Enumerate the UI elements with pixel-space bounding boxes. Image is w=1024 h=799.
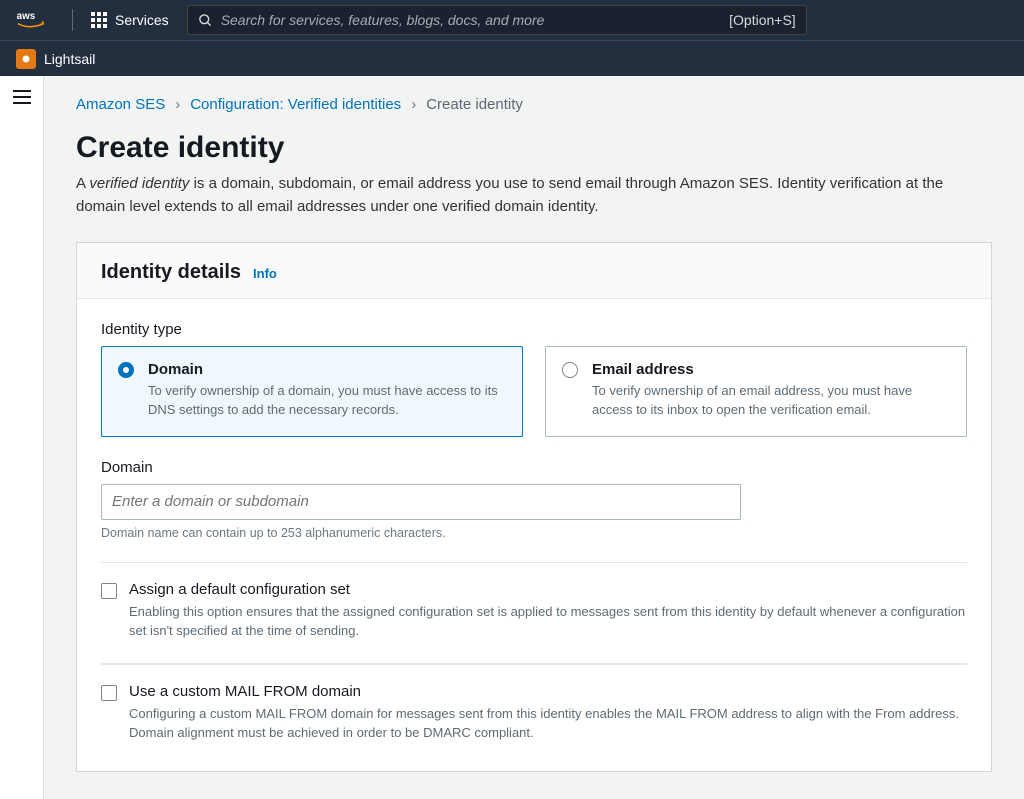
services-label: Services [115, 12, 169, 28]
page-title: Create identity [76, 131, 992, 165]
assign-config-set-title: Assign a default configuration set [129, 581, 967, 598]
search-shortcut-hint: [Option+S] [729, 12, 796, 28]
domain-input[interactable] [101, 484, 741, 520]
option-desc: To verify ownership of an email address,… [592, 382, 950, 420]
breadcrumb-current: Create identity [426, 96, 523, 113]
breadcrumb: Amazon SES › Configuration: Verified ide… [76, 96, 992, 113]
assign-config-set-checkbox[interactable] [101, 583, 117, 599]
option-title: Email address [592, 361, 950, 378]
panel-header: Identity details Info [77, 243, 991, 299]
lightsail-icon [16, 49, 36, 69]
top-nav: aws Services [Option+S] [0, 0, 1024, 40]
assign-config-set-desc: Enabling this option ensures that the as… [129, 602, 967, 641]
services-menu-button[interactable]: Services [91, 12, 169, 28]
svg-text:aws: aws [17, 11, 36, 22]
identity-type-option-email[interactable]: Email address To verify ownership of an … [545, 346, 967, 437]
panel-body: Identity type Domain To verify ownership… [77, 299, 991, 771]
identity-type-field: Identity type Domain To verify ownership… [101, 321, 967, 437]
panel-title: Identity details [101, 261, 241, 284]
identity-type-option-domain[interactable]: Domain To verify ownership of a domain, … [101, 346, 523, 437]
search-icon [198, 13, 213, 28]
nav-divider [72, 9, 73, 31]
chevron-right-icon: › [411, 96, 416, 113]
assign-config-set-row: Assign a default configuration set Enabl… [101, 562, 967, 659]
chevron-right-icon: › [175, 96, 180, 113]
custom-mailfrom-title: Use a custom MAIL FROM domain [129, 683, 967, 700]
identity-type-options: Domain To verify ownership of a domain, … [101, 346, 967, 437]
lightsail-chip[interactable]: Lightsail [16, 49, 95, 69]
radio-icon [118, 362, 134, 378]
breadcrumb-link-verified-identities[interactable]: Configuration: Verified identities [190, 96, 401, 113]
custom-mailfrom-checkbox[interactable] [101, 685, 117, 701]
main-content: Amazon SES › Configuration: Verified ide… [44, 76, 1024, 799]
identity-type-label: Identity type [101, 321, 967, 338]
global-search[interactable]: [Option+S] [187, 5, 807, 35]
domain-field: Domain Domain name can contain up to 253… [101, 459, 967, 540]
custom-mailfrom-desc: Configuring a custom MAIL FROM domain fo… [129, 704, 967, 743]
aws-logo[interactable]: aws [16, 9, 54, 31]
breadcrumb-link-ses[interactable]: Amazon SES [76, 96, 165, 113]
identity-details-panel: Identity details Info Identity type Doma… [76, 242, 992, 772]
grid-icon [91, 12, 107, 28]
page-subtitle: A verified identity is a domain, subdoma… [76, 173, 992, 218]
global-search-input[interactable] [213, 12, 721, 28]
side-nav-toggle[interactable] [13, 90, 31, 799]
domain-label: Domain [101, 459, 967, 476]
option-title: Domain [148, 361, 506, 378]
info-link[interactable]: Info [253, 266, 277, 281]
option-desc: To verify ownership of a domain, you mus… [148, 382, 506, 420]
custom-mailfrom-row: Use a custom MAIL FROM domain Configurin… [101, 664, 967, 761]
service-bar: Lightsail [0, 40, 1024, 76]
body-layout: Amazon SES › Configuration: Verified ide… [0, 76, 1024, 799]
lightsail-label: Lightsail [44, 51, 95, 67]
radio-icon [562, 362, 578, 378]
domain-hint: Domain name can contain up to 253 alphan… [101, 526, 967, 540]
side-rail [0, 76, 44, 799]
